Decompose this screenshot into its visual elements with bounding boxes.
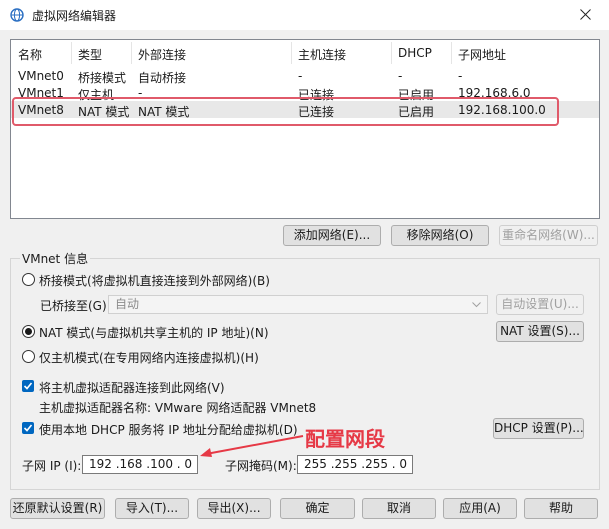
restore-defaults-button[interactable]: 还原默认设置(R) bbox=[10, 498, 105, 519]
column-header-type[interactable]: 类型 bbox=[78, 46, 102, 63]
host-only-label[interactable]: 仅主机模式(在专用网络内连接虚拟机)(H) bbox=[39, 349, 259, 366]
selected-row-highlight bbox=[12, 97, 559, 126]
annotation-arrow-icon bbox=[200, 435, 304, 457]
globe-icon bbox=[10, 8, 24, 22]
dhcp-settings-button[interactable]: DHCP 设置(P)... bbox=[493, 418, 584, 439]
vmnet-info-title: VMnet 信息 bbox=[20, 250, 91, 267]
bridged-to-select[interactable]: 自动 bbox=[108, 295, 488, 314]
add-network-button[interactable]: 添加网络(E)... bbox=[283, 225, 381, 246]
network-list[interactable]: 名称 类型 外部连接 主机连接 DHCP 子网地址 VMnet0 桥接模式 自动… bbox=[10, 39, 600, 219]
subnet-mask-input[interactable]: 255 .255 .255 . 0 bbox=[297, 455, 413, 474]
use-dhcp-checkbox[interactable] bbox=[22, 422, 34, 434]
annotation-text: 配置网段 bbox=[305, 427, 385, 451]
help-button[interactable]: 帮助 bbox=[524, 498, 598, 519]
remove-network-button[interactable]: 移除网络(O) bbox=[391, 225, 489, 246]
subnet-ip-input[interactable]: 192 .168 .100 . 0 bbox=[82, 455, 198, 474]
ok-button[interactable]: 确定 bbox=[280, 498, 355, 519]
checkmark-icon bbox=[23, 382, 33, 390]
window-title: 虚拟网络编辑器 bbox=[32, 9, 117, 23]
chevron-down-icon bbox=[472, 302, 481, 308]
bridged-mode-radio[interactable] bbox=[22, 273, 35, 286]
host-only-radio[interactable] bbox=[22, 350, 35, 363]
table-row[interactable]: VMnet0 桥接模式 自动桥接 - - - bbox=[11, 67, 599, 85]
nat-settings-button[interactable]: NAT 设置(S)... bbox=[496, 321, 584, 342]
auto-settings-button[interactable]: 自动设置(U)... bbox=[496, 294, 584, 315]
connect-adapter-checkbox[interactable] bbox=[22, 380, 34, 392]
import-button[interactable]: 导入(T)... bbox=[115, 498, 189, 519]
bridged-to-label: 已桥接至(G): bbox=[40, 299, 111, 313]
column-header-external[interactable]: 外部连接 bbox=[138, 46, 186, 63]
column-header-name[interactable]: 名称 bbox=[18, 46, 42, 63]
bridged-mode-label[interactable]: 桥接模式(将虚拟机直接连接到外部网络)(B) bbox=[39, 272, 270, 289]
title-bar: 虚拟网络编辑器 bbox=[0, 0, 609, 30]
nat-mode-label[interactable]: NAT 模式(与虚拟机共享主机的 IP 地址)(N) bbox=[39, 324, 269, 341]
column-header-subnet[interactable]: 子网地址 bbox=[458, 46, 506, 63]
apply-button[interactable]: 应用(A) bbox=[443, 498, 517, 519]
bridged-to-value: 自动 bbox=[115, 297, 140, 311]
checkmark-icon bbox=[23, 424, 33, 432]
adapter-name-text: 主机虚拟适配器名称: VMware 网络适配器 VMnet8 bbox=[39, 401, 317, 415]
cell-host: - bbox=[298, 69, 303, 83]
close-icon bbox=[580, 9, 591, 20]
list-header: 名称 类型 外部连接 主机连接 DHCP 子网地址 bbox=[11, 40, 599, 66]
column-header-host[interactable]: 主机连接 bbox=[298, 46, 346, 63]
column-header-dhcp[interactable]: DHCP bbox=[398, 46, 432, 60]
subnet-ip-label: 子网 IP (I): bbox=[22, 459, 82, 473]
cell-subnet: - bbox=[458, 69, 463, 83]
cell-dhcp: - bbox=[398, 69, 403, 83]
cancel-button[interactable]: 取消 bbox=[362, 498, 436, 519]
export-button[interactable]: 导出(X)... bbox=[197, 498, 271, 519]
close-button[interactable] bbox=[563, 0, 609, 30]
nat-mode-radio[interactable] bbox=[22, 325, 35, 338]
rename-network-button[interactable]: 重命名网络(W)... bbox=[499, 225, 598, 246]
connect-adapter-label[interactable]: 将主机虚拟适配器连接到此网络(V) bbox=[39, 379, 225, 396]
cell-name: VMnet0 bbox=[18, 69, 64, 83]
